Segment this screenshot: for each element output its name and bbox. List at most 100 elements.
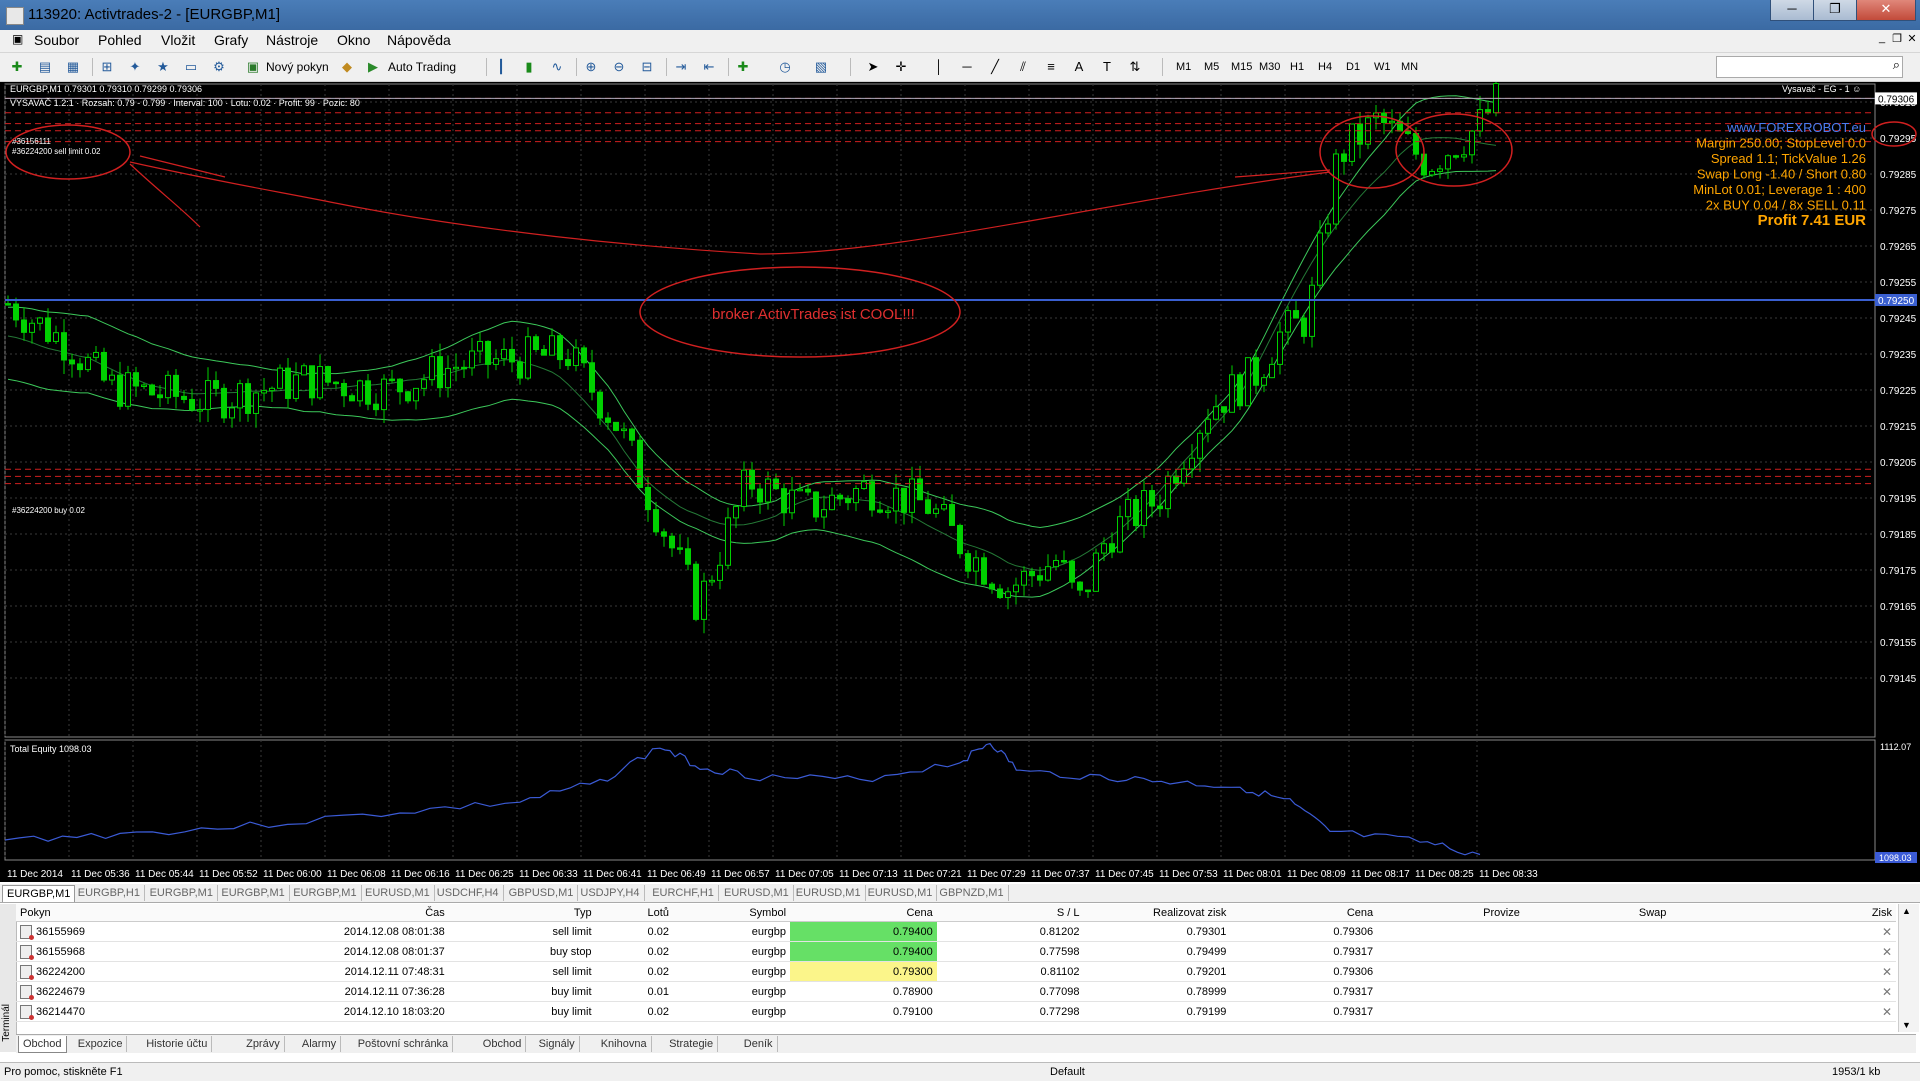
- column-header[interactable]: Provize: [1377, 904, 1524, 922]
- chart-tab[interactable]: EURGBP,M1: [217, 885, 290, 901]
- menu-napoveda[interactable]: Nápověda: [383, 32, 455, 48]
- fibonacci-icon[interactable]: ≡: [1042, 58, 1060, 76]
- terminal-tab[interactable]: Signály: [535, 1036, 580, 1052]
- column-header[interactable]: Swap: [1523, 904, 1671, 922]
- tf-m1[interactable]: M1: [1176, 57, 1191, 77]
- chart-tab[interactable]: EURCHF,H1: [648, 885, 719, 901]
- order-row[interactable]: 36155968 2014.12.08 08:01:37 buy stop 0.02 e…: [16, 941, 1896, 962]
- chart-tab[interactable]: EURGBP,H1: [74, 885, 145, 901]
- chart-tab[interactable]: EURUSD,M1: [864, 885, 938, 901]
- terminal-tab[interactable]: Poštovní schránka: [354, 1036, 454, 1052]
- column-header[interactable]: Realizovat zisk: [1083, 904, 1231, 922]
- tf-w1[interactable]: W1: [1374, 57, 1391, 77]
- zoom-in-icon[interactable]: ⊕: [582, 58, 600, 76]
- mdi-restore-icon[interactable]: ❐: [1890, 32, 1904, 48]
- indicators-icon[interactable]: ✚: [734, 58, 752, 76]
- chart-shift-icon[interactable]: ⇤: [700, 58, 718, 76]
- chart-tab[interactable]: EURGBP,M1: [2, 885, 76, 902]
- column-header[interactable]: Lotů: [595, 904, 673, 922]
- tf-mn[interactable]: MN: [1401, 57, 1418, 77]
- close-order-icon[interactable]: ✕: [1882, 1005, 1892, 1019]
- terminal-tab[interactable]: Expozice: [74, 1036, 128, 1052]
- market-watch-icon[interactable]: ▦: [64, 58, 82, 76]
- mdi-close-icon[interactable]: ✕: [1905, 32, 1919, 48]
- metaeditor-icon[interactable]: ◆: [338, 58, 356, 76]
- terminal-tab[interactable]: Strategie: [665, 1036, 719, 1052]
- trendline-icon[interactable]: ╱: [986, 58, 1004, 76]
- close-order-icon[interactable]: ✕: [1882, 925, 1892, 939]
- cursor-icon[interactable]: ➤: [864, 58, 882, 76]
- text-label-icon[interactable]: T: [1098, 58, 1116, 76]
- candlestick-icon[interactable]: ▮: [520, 58, 538, 76]
- zoom-out-icon[interactable]: ⊖: [610, 58, 628, 76]
- order-row[interactable]: 36214470 2014.12.10 18:03:20 buy limit 0.02…: [16, 1001, 1896, 1022]
- menu-soubor[interactable]: Soubor: [30, 32, 83, 48]
- crosshair-icon[interactable]: ✛: [892, 58, 910, 76]
- column-header[interactable]: Cena: [790, 904, 937, 922]
- column-header[interactable]: Čas: [251, 904, 449, 922]
- terminal-tab[interactable]: Zprávy: [242, 1036, 285, 1052]
- chart-tab[interactable]: USDCHF,H4: [433, 885, 504, 901]
- tf-m15[interactable]: M15: [1231, 57, 1252, 77]
- channel-icon[interactable]: ⫽: [1014, 58, 1032, 76]
- line-chart-icon[interactable]: ∿: [548, 58, 566, 76]
- menu-grafy[interactable]: Grafy: [210, 32, 252, 48]
- auto-trading-button[interactable]: Auto Trading: [388, 58, 456, 76]
- chart-tab[interactable]: EURGBP,M1: [146, 885, 218, 901]
- tf-h4[interactable]: H4: [1318, 57, 1332, 77]
- tf-m30[interactable]: M30: [1259, 57, 1280, 77]
- new-order-icon[interactable]: ▣: [244, 58, 262, 76]
- strategy-tester-icon[interactable]: ⚙: [210, 58, 228, 76]
- close-order-icon[interactable]: ✕: [1882, 965, 1892, 979]
- search-input[interactable]: ⌕: [1716, 56, 1903, 78]
- chart-tab[interactable]: EURUSD,M1: [361, 885, 435, 901]
- chart-window[interactable]: EURGBP,M1 0.79301 0.79310 0.79299 0.7930…: [0, 75, 1920, 882]
- order-row[interactable]: 36224200 2014.12.11 07:48:31 sell limit 0.0…: [16, 961, 1896, 982]
- menu-okno[interactable]: Okno: [333, 32, 374, 48]
- chart-tab[interactable]: USDJPY,H4: [576, 885, 645, 901]
- navigator-icon[interactable]: ✦: [126, 58, 144, 76]
- mdi-minimize-icon[interactable]: _: [1875, 32, 1889, 48]
- chart-tab[interactable]: GBPUSD,M1: [505, 885, 579, 901]
- column-header[interactable]: Zisk: [1670, 904, 1896, 922]
- column-header[interactable]: Typ: [448, 904, 596, 922]
- chart-tab[interactable]: EURGBP,M1: [289, 885, 362, 901]
- search-icon[interactable]: ⌕: [1893, 57, 1900, 73]
- terminal-tab[interactable]: Obchod: [479, 1036, 527, 1052]
- vertical-line-icon[interactable]: │: [930, 58, 948, 76]
- terminal-tab[interactable]: Alarmy: [298, 1036, 342, 1052]
- maximize-button[interactable]: ❐: [1813, 0, 1857, 21]
- order-row[interactable]: 36155969 2014.12.08 08:01:38 sell limit 0.0…: [16, 921, 1896, 942]
- auto-scroll-icon[interactable]: ⇥: [672, 58, 690, 76]
- menu-nastroje[interactable]: Nástroje: [262, 32, 322, 48]
- bar-chart-icon[interactable]: ┃: [492, 58, 510, 76]
- column-header[interactable]: Symbol: [672, 904, 791, 922]
- terminal-scrollbar[interactable]: ▲ ▼: [1898, 904, 1919, 1032]
- text-icon[interactable]: A: [1070, 58, 1088, 76]
- templates-icon[interactable]: ▧: [812, 58, 830, 76]
- arrows-icon[interactable]: ⇅: [1126, 58, 1144, 76]
- close-button[interactable]: ✕: [1856, 0, 1916, 21]
- chart-tab[interactable]: EURUSD,M1: [792, 885, 866, 901]
- favorites-icon[interactable]: ★: [154, 58, 172, 76]
- data-window-icon[interactable]: ⊞: [98, 58, 116, 76]
- column-header[interactable]: Pokyn: [16, 904, 252, 922]
- chart-tab[interactable]: GBPNZD,M1: [935, 885, 1009, 901]
- column-header[interactable]: S / L: [936, 904, 1084, 922]
- minimize-button[interactable]: ─: [1770, 0, 1814, 21]
- terminal-icon[interactable]: ▭: [182, 58, 200, 76]
- new-order-button[interactable]: Nový pokyn: [266, 58, 329, 76]
- order-row[interactable]: 36224679 2014.12.11 07:36:28 buy limit 0.01…: [16, 981, 1896, 1002]
- menu-vlozit[interactable]: Vložit: [157, 32, 199, 48]
- chart-window-icon[interactable]: ▣: [8, 32, 27, 46]
- menu-pohled[interactable]: Pohled: [94, 32, 146, 48]
- price-chart[interactable]: EURGBP,M1 0.79301 0.79310 0.79299 0.7930…: [0, 75, 1920, 882]
- column-header[interactable]: Cena: [1230, 904, 1378, 922]
- close-order-icon[interactable]: ✕: [1882, 985, 1892, 999]
- periods-icon[interactable]: ◷: [776, 58, 794, 76]
- tf-m5[interactable]: M5: [1204, 57, 1219, 77]
- terminal-tab[interactable]: Knihovna: [597, 1036, 652, 1052]
- tf-h1[interactable]: H1: [1290, 57, 1304, 77]
- terminal-tab[interactable]: Obchod: [18, 1036, 67, 1053]
- horizontal-line-icon[interactable]: ─: [958, 58, 976, 76]
